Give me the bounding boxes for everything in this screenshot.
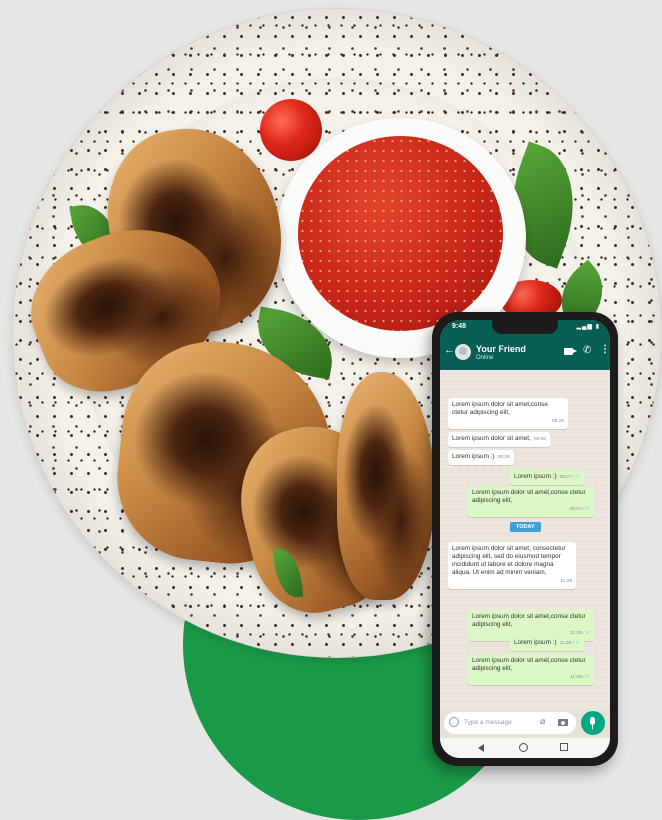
- read-ticks-icon: ✓✓: [581, 674, 590, 680]
- message-incoming: Lorem ipsum dolor sit amet, consectetur …: [448, 542, 576, 589]
- contact-name[interactable]: Your Friend: [476, 344, 526, 354]
- video-call-icon[interactable]: [564, 348, 577, 355]
- mic-button[interactable]: [581, 711, 605, 735]
- nav-home-icon[interactable]: [519, 743, 528, 752]
- chat-area[interactable]: Lorem ipsum dolor sit amet,conse ctetur …: [440, 370, 610, 710]
- emoji-icon[interactable]: [449, 717, 459, 727]
- read-ticks-icon: ✓✓: [581, 506, 590, 512]
- phone-icon[interactable]: ✆: [583, 345, 591, 356]
- nav-recent-icon[interactable]: [560, 743, 568, 751]
- message-incoming: Lorem ipsum dolor sit amet,conse ctetur …: [448, 398, 568, 429]
- contact-status: Online: [476, 355, 494, 361]
- read-ticks-icon: ✓✓: [571, 640, 580, 646]
- camera-icon[interactable]: [558, 719, 568, 726]
- message-incoming: Lorem ipsum :) 08:26: [448, 450, 514, 465]
- message-input-bar[interactable]: Type a message ⌀: [444, 712, 576, 734]
- android-nav-bar: [440, 738, 610, 758]
- attachment-icon[interactable]: ⌀: [540, 716, 545, 727]
- nav-back-icon[interactable]: [478, 744, 484, 752]
- signal-battery-icon: ▂▄▆ ▮: [576, 324, 600, 330]
- smartphone: 9:48 ▂▄▆ ▮ ← Your Friend Online ✆ ⋮ Lore…: [432, 312, 618, 766]
- back-arrow-icon[interactable]: ←: [444, 344, 455, 356]
- read-ticks-icon: ✓✓: [581, 630, 590, 636]
- more-vert-icon[interactable]: ⋮: [600, 344, 610, 355]
- message-input[interactable]: Type a message: [464, 719, 512, 726]
- message-outgoing: Lorem ipsum dolor sit amet,conse ctetur …: [468, 486, 594, 517]
- message-outgoing: Lorem ipsum :) 11:28✓✓: [510, 636, 584, 651]
- read-ticks-icon: ✓✓: [571, 474, 581, 480]
- date-divider: TODAY: [510, 522, 541, 532]
- avatar[interactable]: [455, 344, 471, 360]
- message-incoming: Lorem ipsum dolor sit amet, 08:26: [448, 432, 550, 447]
- status-time: 9:48: [452, 323, 467, 330]
- message-outgoing: Lorem ipsum :) 08:27✓✓: [510, 470, 585, 485]
- sauce: [298, 136, 503, 331]
- phone-screen: 9:48 ▂▄▆ ▮ ← Your Friend Online ✆ ⋮ Lore…: [440, 320, 610, 758]
- message-outgoing: Lorem ipsum dolor sit amet,conse ctetur …: [468, 654, 594, 685]
